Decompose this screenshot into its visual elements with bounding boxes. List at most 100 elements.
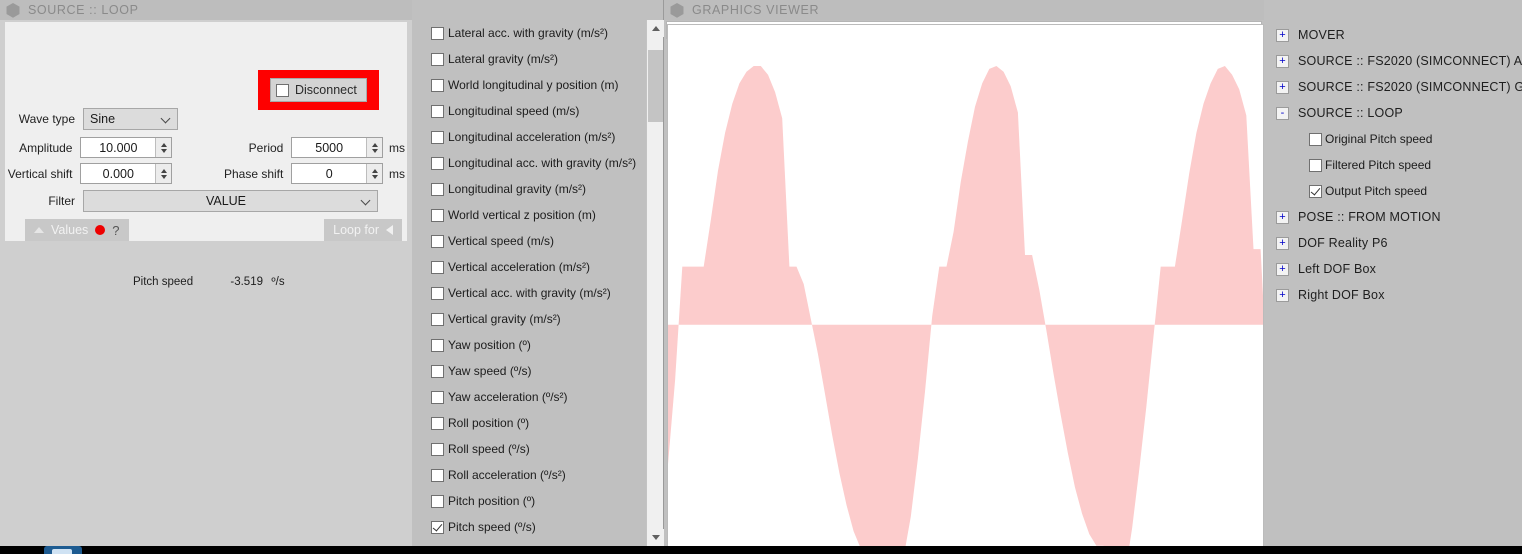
tree-leaf-checkbox[interactable] bbox=[1309, 158, 1322, 172]
expand-icon[interactable]: + bbox=[1276, 28, 1289, 42]
tree-group-node[interactable]: + Right DOF Box bbox=[1276, 287, 1385, 303]
tab-values[interactable]: Values ? bbox=[25, 219, 129, 241]
tab-loop-for[interactable]: Loop for bbox=[324, 219, 402, 241]
channel-item[interactable]: Longitudinal speed (m/s) bbox=[412, 98, 647, 124]
channel-checkbox[interactable] bbox=[431, 156, 444, 170]
channel-item[interactable]: Roll position (º) bbox=[412, 410, 647, 436]
expand-icon[interactable]: + bbox=[1276, 210, 1289, 224]
channel-checkbox[interactable] bbox=[431, 78, 444, 92]
tree-leaf-node[interactable]: Original Pitch speed bbox=[1309, 131, 1432, 147]
channel-item[interactable]: Yaw position (º) bbox=[412, 332, 647, 358]
scrollbar-thumb[interactable] bbox=[648, 50, 663, 122]
channel-checkbox[interactable] bbox=[431, 286, 444, 300]
channel-label: Pitch position (º) bbox=[448, 494, 536, 508]
channel-item[interactable]: Pitch speed (º/s) bbox=[412, 514, 647, 540]
channel-checkbox[interactable] bbox=[431, 234, 444, 248]
tree-leaf-node[interactable]: Filtered Pitch speed bbox=[1309, 157, 1431, 173]
channel-item[interactable]: Roll acceleration (º/s²) bbox=[412, 462, 647, 488]
period-input[interactable]: 5000 bbox=[291, 137, 383, 158]
tree-group-node[interactable]: + MOVER bbox=[1276, 27, 1345, 43]
source-tabstrip: Values ? Loop for bbox=[5, 219, 407, 241]
filter-select[interactable]: VALUE bbox=[83, 189, 378, 212]
channel-checkbox[interactable] bbox=[431, 208, 444, 222]
scroll-down-button[interactable] bbox=[647, 529, 664, 546]
phase-shift-stepper[interactable] bbox=[366, 164, 382, 183]
channel-item[interactable]: Longitudinal acc. with gravity (m/s²) bbox=[412, 150, 647, 176]
channel-item[interactable]: Yaw speed (º/s) bbox=[412, 358, 647, 384]
help-icon[interactable]: ? bbox=[112, 223, 119, 238]
channel-item[interactable]: World vertical z position (m) bbox=[412, 202, 647, 228]
tree-group-node[interactable]: + DOF Reality P6 bbox=[1276, 235, 1388, 251]
channel-item[interactable]: Pitch position (º) bbox=[412, 488, 647, 514]
tree-node-label: SOURCE :: FS2020 (SIMCONNECT) Air bbox=[1298, 54, 1522, 68]
tree-leaf-checkbox[interactable] bbox=[1309, 132, 1322, 146]
channel-label: Roll speed (º/s) bbox=[448, 442, 530, 456]
value-row-pitch-speed: Pitch speed -3.519 º/s bbox=[133, 276, 293, 288]
phase-shift-input[interactable]: 0 bbox=[291, 163, 383, 184]
expand-icon[interactable]: + bbox=[1276, 236, 1289, 250]
channel-item[interactable]: Vertical acc. with gravity (m/s²) bbox=[412, 280, 647, 306]
channel-checkbox[interactable] bbox=[431, 182, 444, 196]
desktop-bottom-strip bbox=[0, 546, 1522, 554]
channel-checkbox[interactable] bbox=[431, 338, 444, 352]
channel-item[interactable]: Vertical speed (m/s) bbox=[412, 228, 647, 254]
channel-list-scrollbar[interactable] bbox=[646, 20, 664, 546]
channel-item[interactable]: World longitudinal y position (m) bbox=[412, 72, 647, 98]
channel-checkbox[interactable] bbox=[431, 468, 444, 482]
tree-leaf-checkbox[interactable] bbox=[1309, 184, 1322, 198]
graphics-viewer-panel: GRAPHICS VIEWER Scale 33.33 10.000 Pause… bbox=[664, 0, 1264, 554]
graphics-viewer-titlebar: GRAPHICS VIEWER bbox=[664, 0, 1264, 20]
tree-group-node[interactable]: - SOURCE :: LOOP bbox=[1276, 105, 1403, 121]
disconnect-checkbox[interactable] bbox=[276, 83, 289, 97]
expand-icon[interactable]: + bbox=[1276, 262, 1289, 276]
channel-label: Yaw position (º) bbox=[448, 338, 531, 352]
channel-item[interactable]: Lateral acc. with gravity (m/s²) bbox=[412, 20, 647, 46]
channel-checkbox[interactable] bbox=[431, 416, 444, 430]
amplitude-input[interactable]: 10.000 bbox=[80, 137, 173, 158]
expand-icon[interactable]: + bbox=[1276, 54, 1289, 68]
channel-item[interactable]: Roll speed (º/s) bbox=[412, 436, 647, 462]
channel-checkbox[interactable] bbox=[431, 390, 444, 404]
vertical-shift-input[interactable]: 0.000 bbox=[80, 163, 173, 184]
channel-item[interactable]: Longitudinal acceleration (m/s²) bbox=[412, 124, 647, 150]
phase-shift-label: Phase shift bbox=[223, 166, 284, 181]
collapse-icon[interactable]: - bbox=[1276, 106, 1289, 120]
channel-checkbox[interactable] bbox=[431, 364, 444, 378]
channel-label: Roll position (º) bbox=[448, 416, 530, 430]
tree-group-node[interactable]: + SOURCE :: FS2020 (SIMCONNECT) Air bbox=[1276, 53, 1522, 69]
expand-icon[interactable]: + bbox=[1276, 288, 1289, 302]
amplitude-stepper[interactable] bbox=[155, 138, 172, 157]
tree-leaf-node[interactable]: Output Pitch speed bbox=[1309, 183, 1427, 199]
channel-checkbox[interactable] bbox=[431, 52, 444, 66]
triangle-up-icon bbox=[34, 227, 44, 233]
scroll-up-button[interactable] bbox=[647, 20, 664, 37]
vertical-shift-stepper[interactable] bbox=[155, 164, 172, 183]
channel-item[interactable]: Vertical acceleration (m/s²) bbox=[412, 254, 647, 280]
tree-group-node[interactable]: + Left DOF Box bbox=[1276, 261, 1376, 277]
channel-checkbox[interactable] bbox=[431, 312, 444, 326]
channel-checkbox[interactable] bbox=[431, 442, 444, 456]
channel-label: Longitudinal acc. with gravity (m/s²) bbox=[448, 156, 637, 170]
tree-group-node[interactable]: + SOURCE :: FS2020 (SIMCONNECT) Ground bbox=[1276, 79, 1522, 95]
expand-icon[interactable]: + bbox=[1276, 80, 1289, 94]
period-stepper[interactable] bbox=[366, 138, 382, 157]
channel-checkbox[interactable] bbox=[431, 260, 444, 274]
wave-type-label: Wave type bbox=[18, 111, 75, 126]
tree-node-label: Output Pitch speed bbox=[1325, 184, 1428, 198]
channel-checkbox[interactable] bbox=[431, 494, 444, 508]
waveform-plot[interactable] bbox=[667, 24, 1264, 550]
channel-item[interactable]: Longitudinal gravity (m/s²) bbox=[412, 176, 647, 202]
channel-checkbox[interactable] bbox=[431, 130, 444, 144]
tree-group-node[interactable]: + POSE :: FROM MOTION bbox=[1276, 209, 1441, 225]
wave-type-select[interactable]: Sine bbox=[83, 107, 178, 130]
channel-item[interactable]: Vertical gravity (m/s²) bbox=[412, 306, 647, 332]
amplitude-label: Amplitude bbox=[19, 140, 73, 155]
disconnect-button[interactable]: Disconnect bbox=[270, 78, 367, 102]
waveform-svg bbox=[668, 66, 1263, 549]
channel-item[interactable]: Yaw acceleration (º/s²) bbox=[412, 384, 647, 410]
channel-checkbox[interactable] bbox=[431, 520, 444, 534]
channel-item[interactable]: Lateral gravity (m/s²) bbox=[412, 46, 647, 72]
channel-checkbox[interactable] bbox=[431, 104, 444, 118]
channel-label: Vertical speed (m/s) bbox=[448, 234, 555, 248]
channel-checkbox[interactable] bbox=[431, 26, 444, 40]
